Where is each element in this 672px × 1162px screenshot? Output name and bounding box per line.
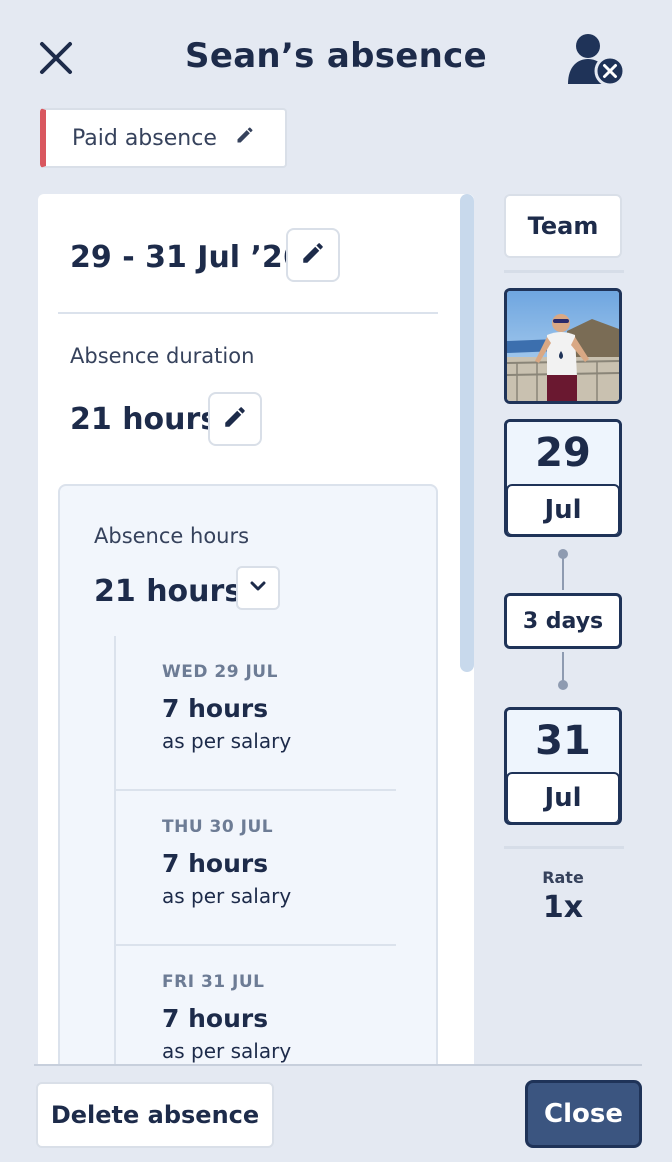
- divider: [504, 846, 624, 849]
- pencil-icon: [235, 125, 255, 151]
- rate-value: 1x: [542, 890, 584, 925]
- day-hours: 7 hours: [162, 1004, 269, 1033]
- absence-type-label: Paid absence: [72, 125, 217, 151]
- timeline-dot: [558, 680, 568, 690]
- pencil-icon: [300, 240, 326, 270]
- day-name: FRI 31 JUL: [162, 972, 265, 992]
- footer-divider: [34, 1064, 642, 1066]
- delete-absence-button[interactable]: Delete absence: [36, 1082, 274, 1148]
- day-hours: 7 hours: [162, 694, 269, 723]
- end-month: Jul: [507, 772, 619, 822]
- edit-dates-button[interactable]: [286, 228, 340, 282]
- absence-hours-panel: Absence hours 21 hours WED 29 JUL 7 hour…: [58, 484, 438, 1065]
- timeline-line: [562, 556, 564, 590]
- divider: [504, 270, 624, 273]
- expand-hours-button[interactable]: [236, 566, 280, 610]
- days-span-badge: 3 days: [504, 593, 622, 649]
- rate-label: Rate: [542, 868, 584, 887]
- chevron-down-icon: [248, 576, 268, 600]
- timeline-dot: [558, 549, 568, 559]
- start-month: Jul: [507, 484, 619, 534]
- day-name: WED 29 JUL: [162, 662, 278, 682]
- divider: [58, 312, 438, 314]
- list-item: THU 30 JUL 7 hours as per salary: [116, 791, 396, 946]
- list-item: FRI 31 JUL 7 hours as per salary: [116, 946, 396, 1065]
- day-note: as per salary: [162, 884, 292, 908]
- pencil-icon: [222, 404, 248, 434]
- end-day: 31: [507, 710, 619, 772]
- start-day: 29: [507, 422, 619, 484]
- day-note: as per salary: [162, 1039, 292, 1063]
- absence-duration-value: 21 hours: [70, 402, 219, 437]
- day-note: as per salary: [162, 729, 292, 753]
- day-list: WED 29 JUL 7 hours as per salary THU 30 …: [114, 636, 396, 1065]
- absence-hours-value: 21 hours: [94, 574, 243, 609]
- list-item: WED 29 JUL 7 hours as per salary: [116, 636, 396, 791]
- avatar[interactable]: [504, 288, 622, 404]
- user-remove-icon[interactable]: [566, 30, 626, 87]
- scrollbar[interactable]: [460, 194, 474, 672]
- absence-details-card[interactable]: 29 - 31 Jul ’26 Absence duration 21 hour…: [38, 194, 474, 1065]
- day-hours: 7 hours: [162, 849, 269, 878]
- team-button[interactable]: Team: [504, 194, 622, 258]
- end-date-card: 31 Jul: [504, 707, 622, 825]
- date-range: 29 - 31 Jul ’26: [70, 240, 304, 275]
- close-button[interactable]: Close: [525, 1080, 642, 1148]
- day-name: THU 30 JUL: [162, 817, 274, 837]
- absence-duration-label: Absence duration: [70, 344, 255, 368]
- start-date-card: 29 Jul: [504, 419, 622, 537]
- absence-hours-label: Absence hours: [94, 524, 250, 548]
- absence-type-tag[interactable]: Paid absence: [40, 108, 287, 168]
- edit-duration-button[interactable]: [208, 392, 262, 446]
